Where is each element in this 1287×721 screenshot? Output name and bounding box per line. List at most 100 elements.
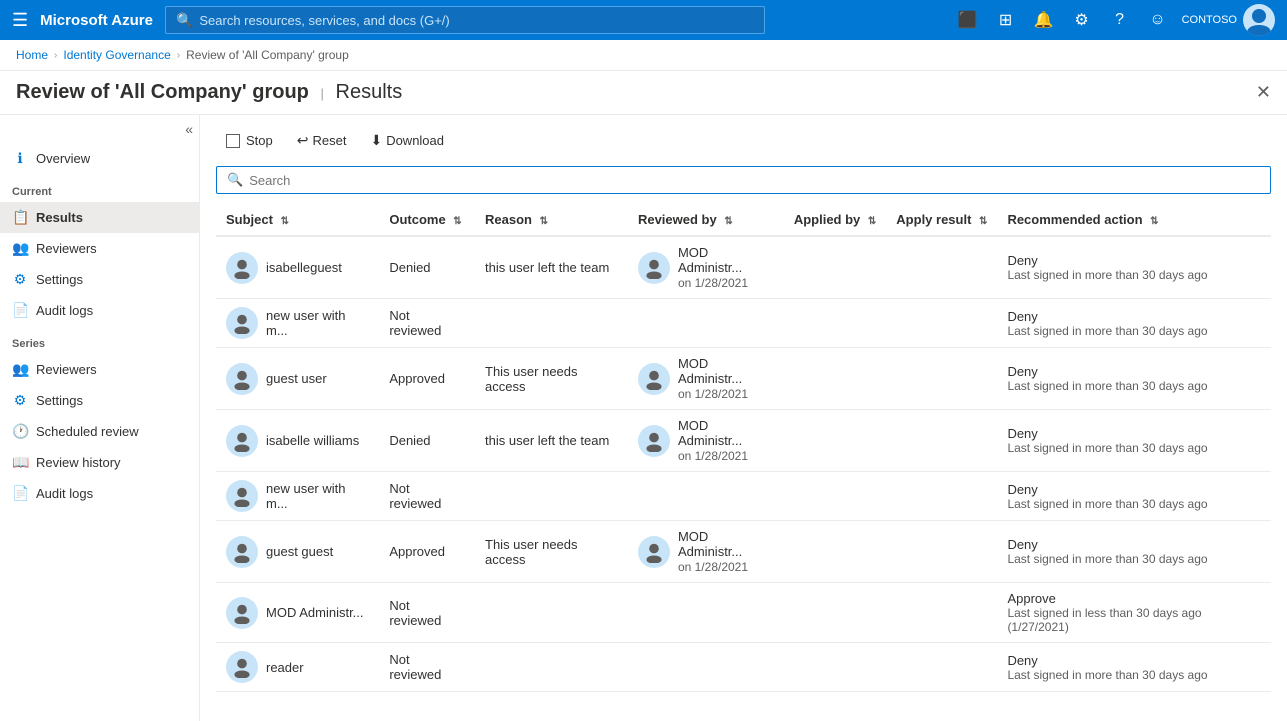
apply-result-cell bbox=[886, 236, 997, 299]
applied-by-cell bbox=[784, 521, 886, 583]
apply-result-cell bbox=[886, 643, 997, 692]
recommended-reason: Last signed in more than 30 days ago bbox=[1007, 324, 1261, 338]
download-button[interactable]: ⬇ Download bbox=[360, 127, 454, 154]
reviewed-by-cell: MOD Administr... on 1/28/2021 bbox=[638, 418, 774, 463]
reviewer-avatar bbox=[638, 252, 670, 284]
breadcrumb-sep-2: › bbox=[177, 50, 180, 61]
subject-avatar bbox=[226, 252, 258, 284]
sort-icon-outcome[interactable]: ⇅ bbox=[453, 216, 461, 227]
sidebar-item-audit-logs[interactable]: 📄 Audit logs bbox=[0, 295, 199, 326]
outcome-cell: Approved bbox=[379, 348, 475, 410]
feedback-icon[interactable]: ☺ bbox=[1144, 6, 1172, 34]
audit-series-icon: 📄 bbox=[12, 485, 28, 502]
app-logo: Microsoft Azure bbox=[40, 12, 153, 29]
close-button[interactable]: ✕ bbox=[1256, 82, 1271, 103]
subject-cell: new user with m... bbox=[216, 472, 379, 521]
outcome-cell: Denied bbox=[379, 236, 475, 299]
sort-icon-recommended[interactable]: ⇅ bbox=[1150, 216, 1158, 227]
sidebar-item-overview[interactable]: ℹ Overview bbox=[0, 143, 199, 174]
sidebar-item-reviewers-series[interactable]: 👥 Reviewers bbox=[0, 354, 199, 385]
sidebar-item-results-label: Results bbox=[36, 210, 83, 225]
stop-button[interactable]: Stop bbox=[216, 128, 283, 153]
recommended-reason: Last signed in more than 30 days ago bbox=[1007, 441, 1261, 455]
subject-cell: reader bbox=[216, 643, 379, 692]
recommended-action: Deny bbox=[1007, 537, 1261, 552]
sort-icon-subject[interactable]: ⇅ bbox=[281, 216, 289, 227]
table-header-row: Subject ⇅ Outcome ⇅ Reason ⇅ Reviewed bbox=[216, 204, 1271, 236]
outcome-cell: Not reviewed bbox=[379, 299, 475, 348]
recommended-cell: Deny Last signed in more than 30 days ag… bbox=[997, 521, 1271, 583]
recommended-cell: Approve Last signed in less than 30 days… bbox=[997, 583, 1271, 643]
subject-user-cell: MOD Administr... bbox=[226, 597, 369, 629]
subject-cell: guest user bbox=[216, 348, 379, 410]
col-recommended: Recommended action ⇅ bbox=[997, 204, 1271, 236]
recommended-action: Deny bbox=[1007, 253, 1261, 268]
recommended-reason: Last signed in more than 30 days ago bbox=[1007, 497, 1261, 511]
page-title-group: Review of 'All Company' group | Results bbox=[16, 81, 402, 104]
reviewer-avatar bbox=[638, 363, 670, 395]
user-avatar-container[interactable]: CONTOSO bbox=[1182, 4, 1275, 36]
audit-icon: 📄 bbox=[12, 302, 28, 319]
subject-cell: MOD Administr... bbox=[216, 583, 379, 643]
settings-icon[interactable]: ⚙ bbox=[1068, 6, 1096, 34]
page-subtitle: Results bbox=[336, 81, 403, 103]
sort-icon-applied[interactable]: ⇅ bbox=[868, 216, 876, 227]
sidebar-collapse-button[interactable]: « bbox=[185, 121, 193, 137]
reviewed-by-cell-container bbox=[628, 583, 784, 643]
sort-icon-reviewed[interactable]: ⇅ bbox=[724, 216, 732, 227]
settings-icon-current: ⚙ bbox=[12, 271, 28, 288]
cloud-shell-icon[interactable]: ⬛ bbox=[954, 6, 982, 34]
subject-user-cell: isabelleguest bbox=[226, 252, 369, 284]
main-container: Home › Identity Governance › Review of '… bbox=[0, 0, 1287, 721]
stop-checkbox-icon bbox=[226, 134, 240, 148]
subject-user-cell: reader bbox=[226, 651, 369, 683]
download-label: Download bbox=[386, 133, 444, 148]
recommended-action: Deny bbox=[1007, 426, 1261, 441]
breadcrumb-home[interactable]: Home bbox=[16, 48, 48, 62]
help-icon[interactable]: ? bbox=[1106, 6, 1134, 34]
reviewer-info: MOD Administr... on 1/28/2021 bbox=[678, 529, 774, 574]
reviewer-info: MOD Administr... on 1/28/2021 bbox=[678, 418, 774, 463]
sidebar-item-settings-series-label: Settings bbox=[36, 393, 83, 408]
sidebar-item-reviewers-label: Reviewers bbox=[36, 241, 97, 256]
recommended-cell: Deny Last signed in more than 30 days ag… bbox=[997, 236, 1271, 299]
subject-cell: isabelle williams bbox=[216, 410, 379, 472]
sidebar-item-settings-series[interactable]: ⚙ Settings bbox=[0, 385, 199, 416]
page-title: Review of 'All Company' group bbox=[16, 81, 309, 103]
sidebar-item-audit-logs-series[interactable]: 📄 Audit logs bbox=[0, 478, 199, 509]
reason-cell bbox=[475, 643, 628, 692]
subject-name: guest guest bbox=[266, 544, 333, 559]
breadcrumb-identity-governance[interactable]: Identity Governance bbox=[63, 48, 170, 62]
reviewer-date: on 1/28/2021 bbox=[678, 560, 774, 574]
sort-icon-apply-result[interactable]: ⇅ bbox=[979, 216, 987, 227]
applied-by-cell bbox=[784, 410, 886, 472]
sort-icon-reason[interactable]: ⇅ bbox=[540, 216, 548, 227]
applied-by-cell bbox=[784, 643, 886, 692]
reviewer-avatar bbox=[638, 536, 670, 568]
search-input[interactable] bbox=[199, 13, 754, 28]
directory-icon[interactable]: ⊞ bbox=[992, 6, 1020, 34]
main-panel: Stop ↩ Reset ⬇ Download 🔍 bbox=[200, 115, 1287, 721]
sidebar-item-results[interactable]: 📋 Results bbox=[0, 202, 199, 233]
hamburger-menu[interactable]: ☰ bbox=[12, 10, 28, 31]
subject-name: new user with m... bbox=[266, 481, 369, 511]
notifications-icon[interactable]: 🔔 bbox=[1030, 6, 1058, 34]
global-search[interactable]: 🔍 bbox=[165, 6, 765, 34]
table-search-icon: 🔍 bbox=[227, 172, 243, 188]
sidebar: « ℹ Overview Current 📋 Results 👥 Reviewe… bbox=[0, 115, 200, 721]
table-search-bar[interactable]: 🔍 bbox=[216, 166, 1271, 194]
subject-name: isabelle williams bbox=[266, 433, 359, 448]
sidebar-item-settings-label: Settings bbox=[36, 272, 83, 287]
sidebar-item-settings[interactable]: ⚙ Settings bbox=[0, 264, 199, 295]
table-search-input[interactable] bbox=[249, 173, 1260, 188]
recommended-reason: Last signed in more than 30 days ago bbox=[1007, 668, 1261, 682]
reason-cell bbox=[475, 472, 628, 521]
sidebar-item-reviewers[interactable]: 👥 Reviewers bbox=[0, 233, 199, 264]
outcome-cell: Not reviewed bbox=[379, 643, 475, 692]
sidebar-item-scheduled-review[interactable]: 🕐 Scheduled review bbox=[0, 416, 199, 447]
reset-button[interactable]: ↩ Reset bbox=[287, 127, 357, 154]
reviewed-by-cell-container bbox=[628, 472, 784, 521]
table-row: reader Not reviewed Deny Last signed in … bbox=[216, 643, 1271, 692]
sidebar-item-audit-label: Audit logs bbox=[36, 303, 93, 318]
sidebar-item-review-history[interactable]: 📖 Review history bbox=[0, 447, 199, 478]
